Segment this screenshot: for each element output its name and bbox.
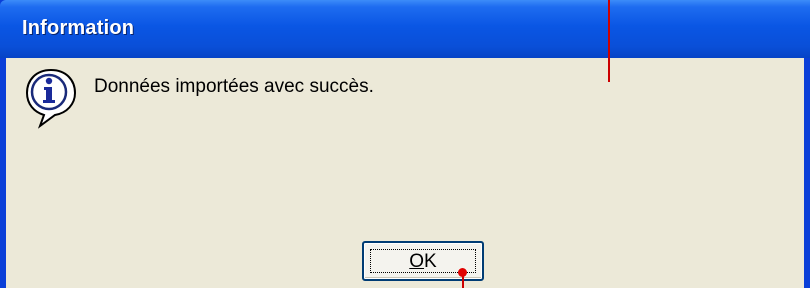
ok-mnemonic: O	[409, 251, 425, 272]
annotation-line-top	[608, 0, 610, 82]
annotation-dot	[458, 268, 467, 277]
title-bar[interactable]: Information	[0, 0, 810, 58]
information-icon	[22, 66, 80, 130]
window-title: Information	[22, 17, 135, 39]
ok-label-rest: K	[424, 251, 437, 272]
information-dialog: Information Données importées avec succè…	[0, 0, 810, 288]
dialog-message: Données importées avec succès.	[94, 76, 374, 97]
